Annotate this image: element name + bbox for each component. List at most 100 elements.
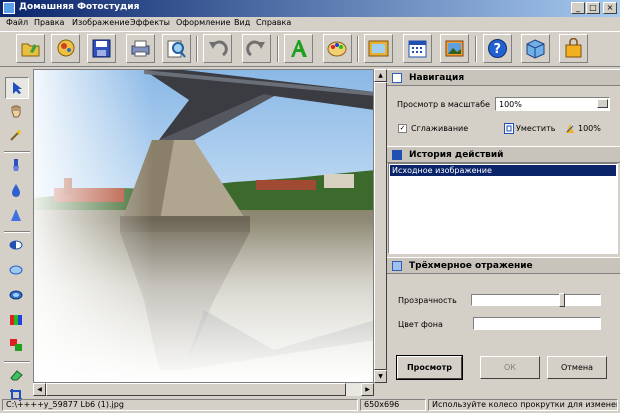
preview-button[interactable] — [162, 34, 191, 63]
smoothing-checkbox[interactable]: ✓ — [398, 124, 407, 133]
brush-icon — [13, 159, 19, 171]
box-button[interactable] — [521, 34, 550, 63]
menu-help[interactable]: Справка — [256, 18, 291, 27]
cancel-button[interactable]: Отмена — [547, 356, 607, 379]
clone-icon — [10, 339, 22, 351]
scroll-down-icon[interactable]: ▼ — [374, 370, 387, 383]
help-button[interactable]: ? — [483, 34, 512, 63]
palette-button[interactable] — [323, 34, 352, 63]
tool-separator — [4, 361, 30, 363]
print-icon — [131, 40, 150, 57]
history-list[interactable]: Исходное изображение — [388, 163, 618, 254]
history-header[interactable]: История действий — [387, 146, 620, 163]
transparency-label: Прозрачность — [398, 296, 457, 305]
status-image-size: 650x696 — [360, 399, 426, 411]
ok-button[interactable]: ОК — [480, 356, 540, 379]
chevron-down-icon[interactable] — [597, 99, 608, 108]
transparency-slider[interactable] — [471, 293, 601, 307]
color-levels-icon — [10, 315, 22, 325]
horizontal-scroll-thumb[interactable] — [46, 383, 346, 396]
actual-size-label[interactable]: 100% — [578, 124, 601, 133]
preview-button[interactable]: Просмотр — [396, 355, 463, 380]
open-button[interactable] — [16, 34, 45, 63]
preview-zoom-icon — [167, 40, 186, 58]
contrast-tool[interactable] — [5, 235, 29, 257]
background-color-label: Цвет фона — [398, 320, 443, 329]
clone-tool[interactable] — [5, 335, 29, 357]
actual-size-icon[interactable] — [565, 123, 575, 134]
calendar-icon — [408, 40, 427, 58]
levels-tool[interactable] — [5, 310, 29, 332]
toolbar-separator — [475, 36, 477, 62]
fit-label[interactable]: Уместить — [516, 124, 555, 133]
history-title: История действий — [409, 150, 504, 160]
menu-effects[interactable]: Эффекты — [130, 18, 170, 27]
frame-icon — [368, 40, 389, 57]
close-button[interactable]: × — [603, 2, 617, 14]
lens-tool[interactable] — [5, 285, 29, 307]
menu-design[interactable]: Оформление — [176, 18, 231, 27]
frame-button[interactable] — [364, 34, 393, 63]
contrast-icon — [9, 240, 23, 250]
scroll-right-icon[interactable]: ▶ — [361, 383, 374, 396]
magic-wand-icon — [10, 129, 22, 141]
photo-button[interactable] — [440, 34, 469, 63]
sharpen-tool[interactable] — [5, 205, 29, 227]
text-button[interactable] — [284, 34, 313, 63]
text-icon — [291, 40, 307, 57]
zoom-select[interactable]: 100% — [495, 97, 610, 111]
lens-icon — [9, 290, 23, 300]
calendar-button[interactable] — [403, 34, 432, 63]
toolbar-separator — [277, 36, 279, 62]
pointer-icon — [13, 82, 22, 94]
history-icon — [392, 150, 402, 160]
eraser-icon — [10, 370, 23, 381]
tool-palette — [0, 69, 33, 401]
toolbar-separator — [196, 36, 198, 62]
zoom-value: 100% — [499, 100, 522, 109]
horizontal-scrollbar[interactable]: ◀ ▶ — [33, 383, 374, 396]
menu-view[interactable]: Вид — [234, 18, 250, 27]
vertical-scroll-thumb[interactable] — [374, 82, 387, 370]
menu-image[interactable]: Изображение — [72, 18, 130, 27]
fit-icon[interactable] — [504, 123, 514, 134]
save-button[interactable] — [87, 34, 116, 63]
vertical-scrollbar[interactable]: ▲ ▼ — [374, 69, 387, 383]
transparency-slider-thumb[interactable] — [559, 293, 565, 307]
status-file-path: C:\++++y_59877 Lb6 (1).jpg — [2, 399, 358, 411]
undo-button[interactable] — [203, 34, 232, 63]
photo-icon — [445, 40, 464, 57]
shop-button[interactable] — [559, 34, 588, 63]
menu-file[interactable]: Файл — [6, 18, 28, 27]
navigation-icon — [392, 73, 402, 83]
reflection-icon — [392, 261, 402, 271]
redo-button[interactable] — [242, 34, 271, 63]
window-title: Домашняя Фотостудия — [19, 2, 140, 12]
photo-bridge-reflection — [34, 70, 373, 382]
scroll-left-icon[interactable]: ◀ — [33, 383, 46, 396]
minimize-button[interactable]: _ — [571, 2, 585, 14]
blur-tool[interactable] — [5, 180, 29, 202]
scroll-up-icon[interactable]: ▲ — [374, 69, 387, 82]
maximize-button[interactable]: □ — [586, 2, 600, 14]
menu-edit[interactable]: Правка — [34, 18, 64, 27]
history-item[interactable]: Исходное изображение — [390, 165, 616, 176]
open-folder-icon — [21, 43, 40, 57]
browse-button[interactable] — [51, 34, 80, 63]
pointer-tool[interactable] — [5, 77, 29, 99]
background-color-picker[interactable] — [473, 317, 601, 330]
reflection-header[interactable]: Трёхмерное отражение — [387, 257, 620, 274]
toolbar: ? — [0, 31, 620, 67]
bag-icon — [565, 38, 582, 58]
eraser-tool[interactable] — [5, 365, 29, 387]
hand-tool[interactable] — [5, 101, 29, 123]
magic-wand-tool[interactable] — [5, 125, 29, 147]
zoom-label: Просмотр в масштабе — [397, 100, 490, 109]
sharpen-icon — [11, 209, 21, 221]
ellipse-tool[interactable] — [5, 260, 29, 282]
navigation-header[interactable]: Навигация — [387, 69, 620, 86]
print-button[interactable] — [126, 34, 155, 63]
menu-bar: Файл Правка Изображение Эффекты Оформлен… — [0, 17, 620, 31]
brush-tool[interactable] — [5, 155, 29, 177]
image-canvas[interactable] — [33, 69, 374, 383]
